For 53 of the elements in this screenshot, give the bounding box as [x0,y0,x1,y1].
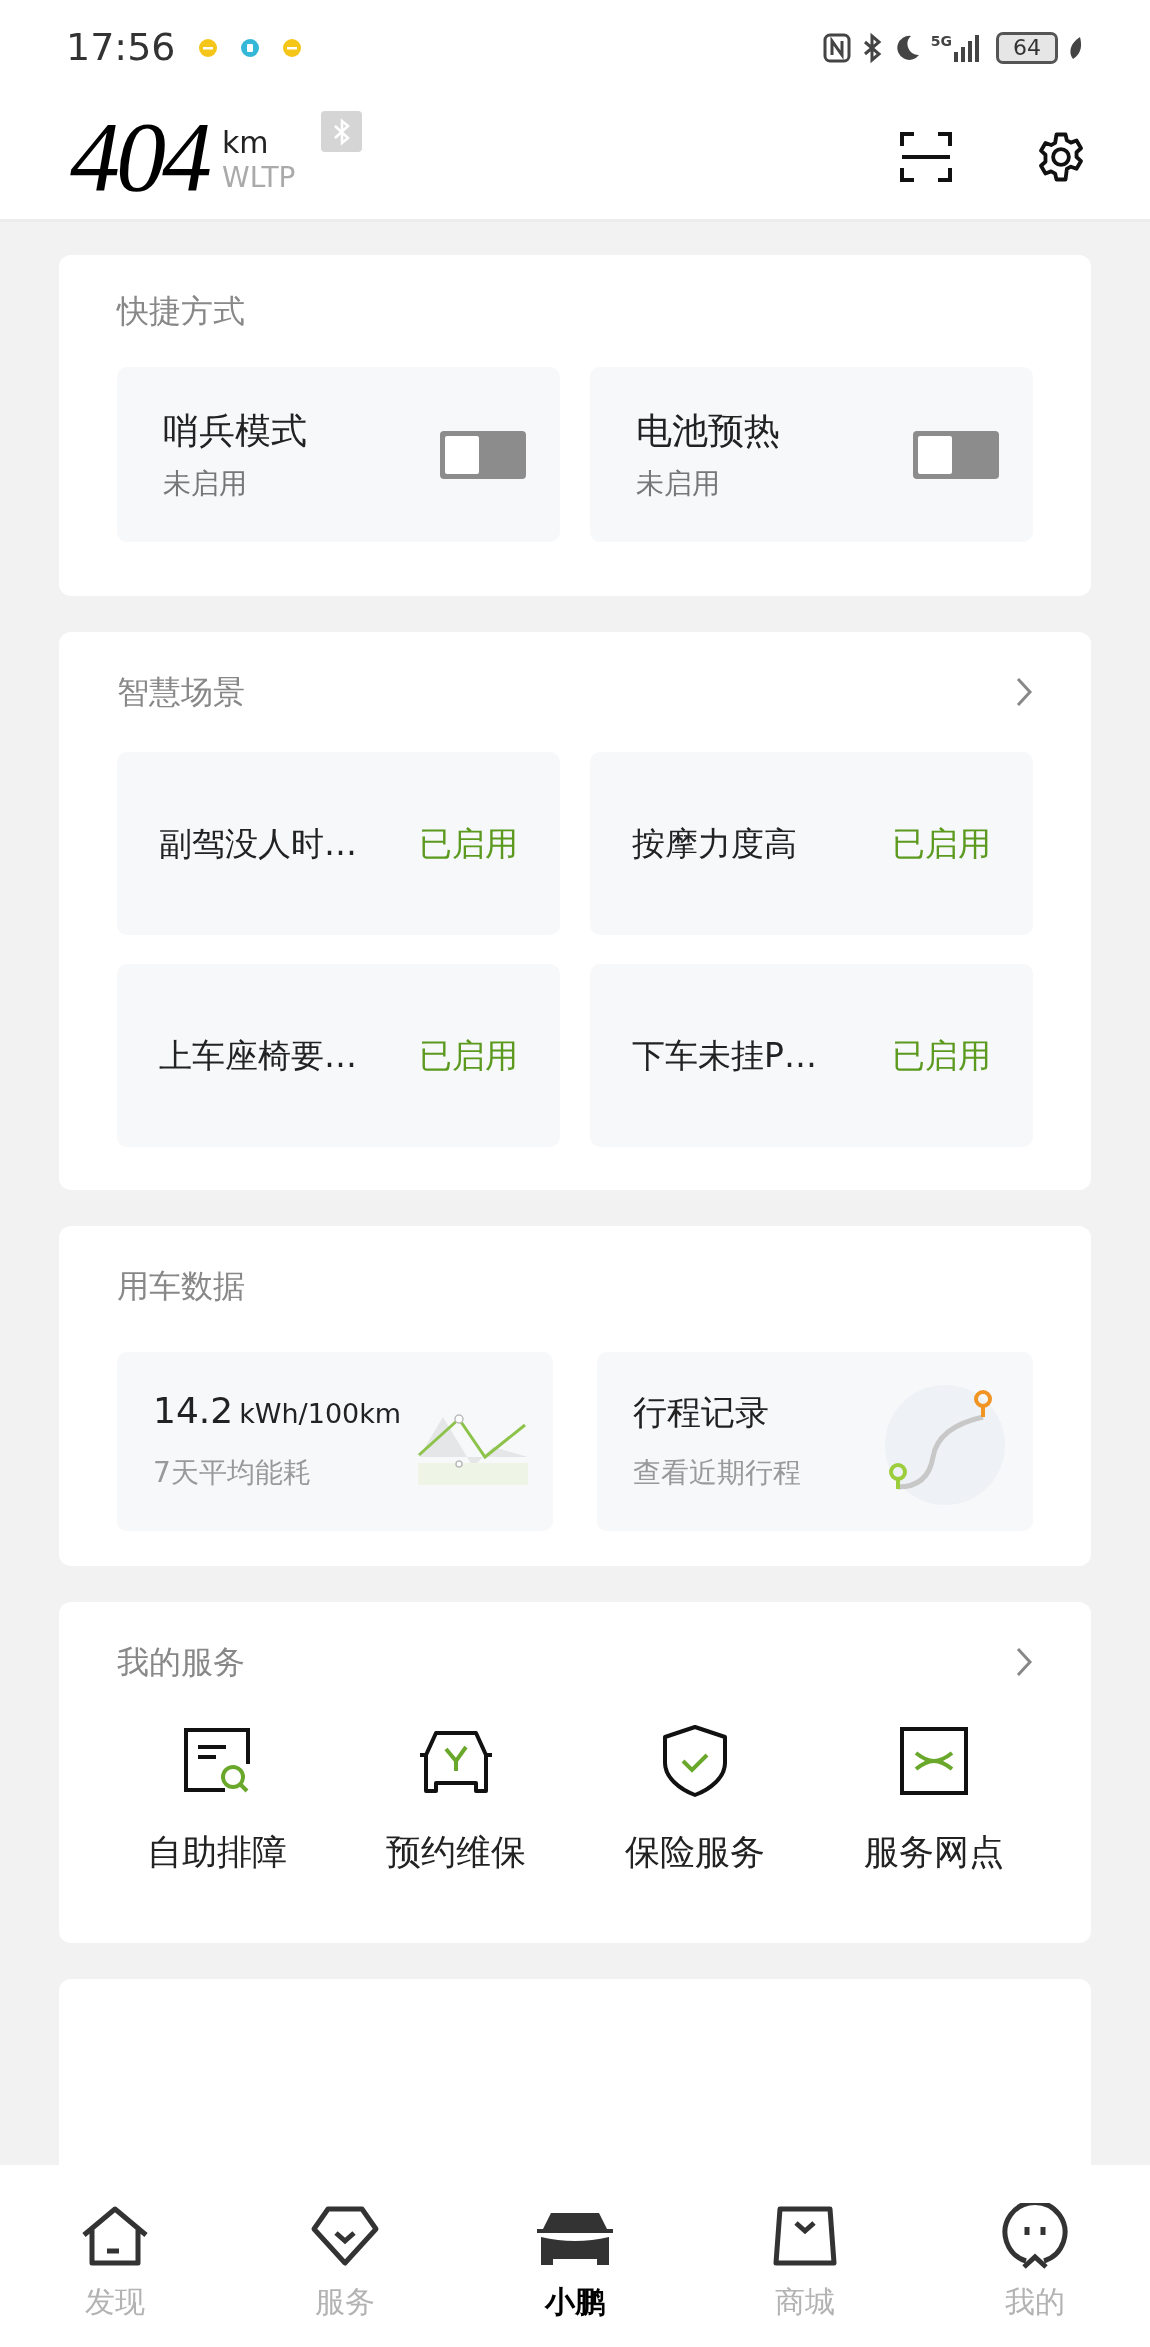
toggle-switch[interactable] [440,430,526,479]
range-value: 404 [70,107,208,207]
scene-tile[interactable]: 下车未挂P… 已启用 [590,964,1033,1147]
range-standard: WLTP [222,161,296,195]
shortcut-tile[interactable]: 哨兵模式 未启用 [117,367,560,542]
scene-status: 已启用 [419,1034,518,1077]
leaf-icon [1068,34,1084,61]
shortcut-name: 电池预热 [636,408,780,453]
shortcut-status: 未启用 [163,465,248,502]
scene-tile[interactable]: 副驾没人时… 已启用 [117,752,560,935]
section-title: 我的服务 [117,1642,245,1682]
section-title: 用车数据 [117,1266,246,1306]
tile-caption: 查看近期行程 [633,1454,801,1491]
scene-name: 上车座椅要… [159,1034,357,1077]
toggle-switch[interactable] [913,430,999,479]
energy-value: 14.2 [153,1388,234,1433]
range-unit: km [222,125,270,161]
shortcut-status: 未启用 [636,465,721,502]
section-title: 快捷方式 [117,291,246,331]
data-tile[interactable]: 14.2 kWh/100km 7天平均能耗 [117,1352,553,1531]
notification-icon [197,37,218,58]
scene-name: 按摩力度高 [632,822,797,865]
scene-tile[interactable]: 按摩力度高 已启用 [590,752,1033,935]
service-label[interactable]: 自助排障 [146,1826,287,1879]
shortcut-name: 哨兵模式 [163,408,307,453]
tile-title: 行程记录 [633,1390,770,1434]
service-label[interactable]: 预约维保 [385,1826,526,1879]
energy-unit: kWh/100km [239,1396,402,1431]
scene-name: 下车未挂P… [632,1034,817,1077]
battery-indicator: 64 [996,31,1058,64]
nfc-icon [822,32,851,63]
me-icon [1000,2203,1070,2269]
scene-status: 已启用 [892,822,991,865]
service-label[interactable]: 保险服务 [624,1826,765,1879]
notification-icon [239,37,260,58]
chevron-right-icon[interactable] [1015,1646,1033,1678]
scan-icon[interactable] [900,132,952,182]
tab-item[interactable]: 小鹏 [460,2203,690,2347]
status-time: 17:56 [66,24,176,71]
network-label: 5G [930,33,952,48]
notification-icon [281,37,302,58]
scene-name: 副驾没人时… [159,822,357,865]
chevron-right-icon[interactable] [1015,676,1033,708]
tile-caption: 7天平均能耗 [153,1455,312,1492]
section-title: 智慧场景 [117,672,245,712]
service-label[interactable]: 服务网点 [863,1826,1004,1879]
signal-icon [954,33,980,62]
scene-status: 已启用 [419,822,518,865]
scene-tile[interactable]: 上车座椅要… 已启用 [117,964,560,1147]
bluetooth-key-icon [321,111,363,152]
scene-status: 已启用 [892,1034,991,1077]
data-tile[interactable]: 行程记录 查看近期行程 [597,1352,1033,1531]
shortcut-tile[interactable]: 电池预热 未启用 [590,367,1033,542]
